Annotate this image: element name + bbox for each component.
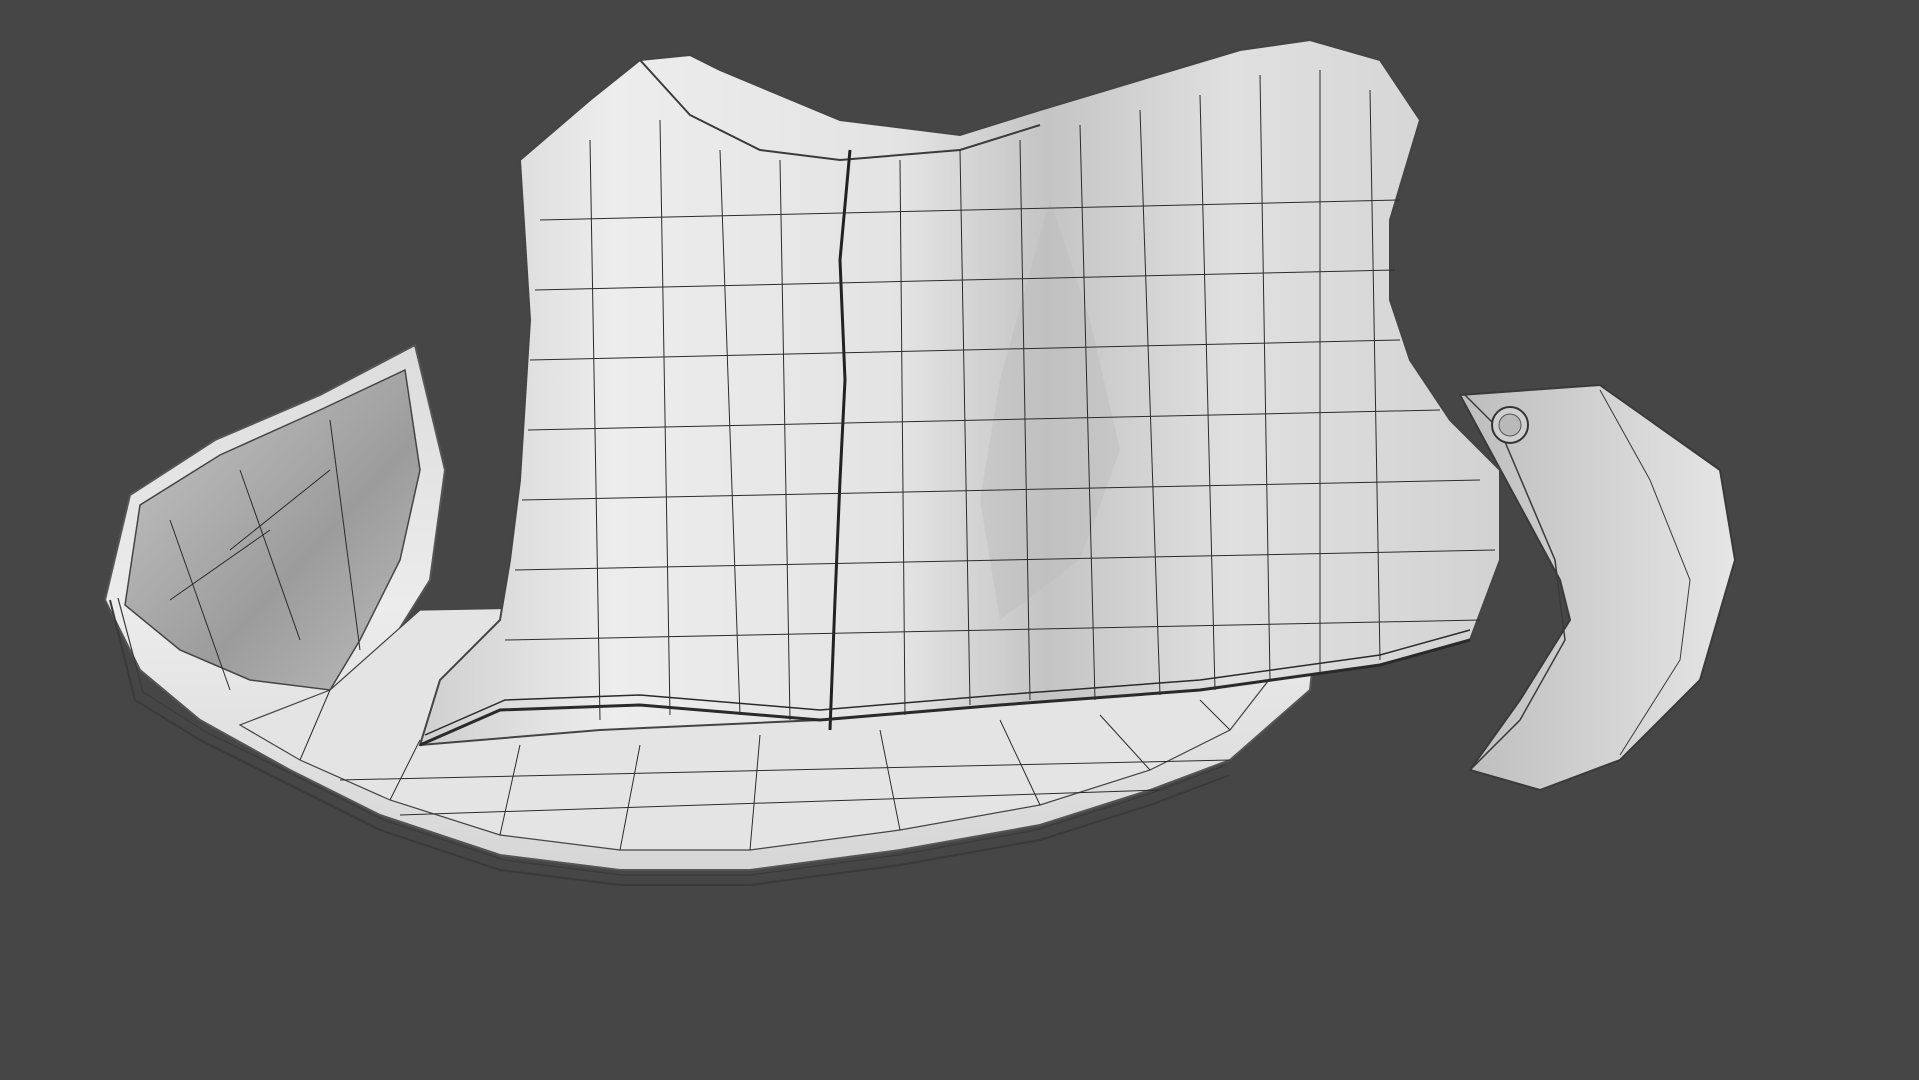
hat-render (103, 38, 1737, 886)
hat-crown (418, 38, 1501, 747)
hat-brim-right-fold (1458, 383, 1737, 792)
3d-viewport[interactable] (0, 0, 1919, 1080)
